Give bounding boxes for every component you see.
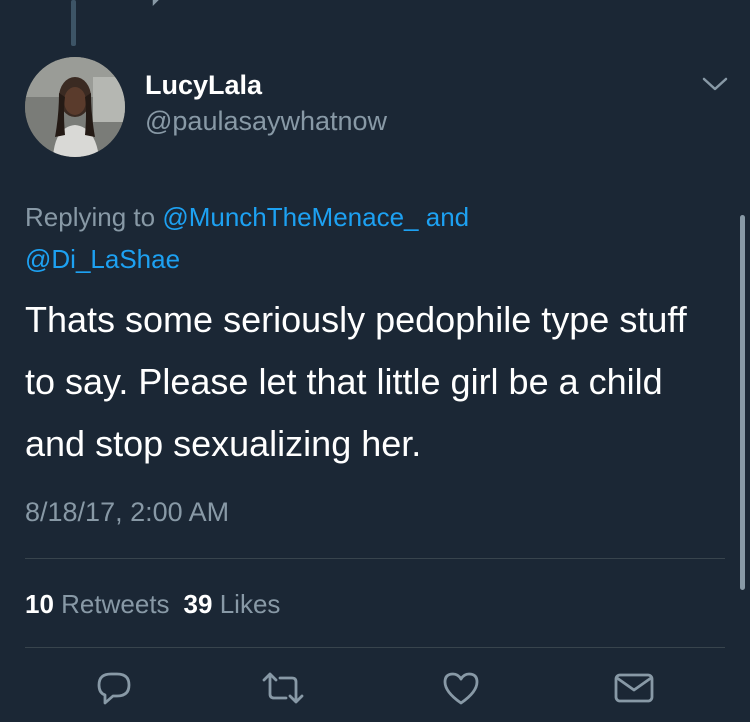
reply-icon[interactable] bbox=[95, 670, 133, 706]
tweet-text: Thats some seriously pedophile type stuf… bbox=[25, 299, 687, 464]
mention-joiner[interactable]: and bbox=[419, 202, 469, 232]
divider bbox=[25, 558, 725, 559]
divider bbox=[25, 647, 725, 648]
retweets-stat[interactable]: 10 Retweets bbox=[25, 589, 170, 619]
mention-link[interactable]: @Di_LaShae bbox=[25, 244, 180, 274]
replying-prefix: Replying to bbox=[25, 202, 156, 232]
retweet-icon[interactable] bbox=[260, 670, 306, 706]
envelope-icon[interactable] bbox=[613, 670, 655, 706]
envelope-icon[interactable] bbox=[608, 0, 636, 10]
chevron-down-icon[interactable] bbox=[702, 76, 728, 92]
author-name[interactable]: LucyLala bbox=[145, 70, 262, 101]
tweet-stats: 10 Retweets 39 Likes bbox=[25, 589, 280, 620]
avatar-photo bbox=[25, 57, 125, 157]
author-handle[interactable]: @paulasaywhatnow bbox=[145, 106, 387, 137]
tweet-timestamp[interactable]: 8/18/17, 2:00 AM bbox=[25, 497, 229, 528]
previous-like-count: 72 bbox=[488, 0, 510, 3]
previous-tweet-actions: 0 0 72 bbox=[0, 0, 750, 10]
mention-link[interactable]: @MunchTheMenace_ bbox=[162, 202, 418, 232]
likes-label: Likes bbox=[219, 589, 281, 619]
heart-icon[interactable] bbox=[441, 670, 481, 706]
retweets-count: 10 bbox=[25, 589, 54, 619]
avatar[interactable] bbox=[25, 57, 125, 157]
previous-reply-count: 0 bbox=[186, 0, 197, 3]
scrollbar[interactable] bbox=[740, 215, 745, 590]
replying-to: Replying to @MunchTheMenace_ and @Di_LaS… bbox=[25, 196, 705, 280]
heart-icon[interactable] bbox=[452, 0, 480, 10]
retweet-icon[interactable] bbox=[300, 0, 332, 10]
previous-retweet-count: 0 bbox=[336, 0, 347, 3]
likes-count: 39 bbox=[183, 589, 213, 619]
retweets-label: Retweets bbox=[61, 589, 170, 619]
reply-icon[interactable] bbox=[148, 0, 174, 10]
likes-stat[interactable]: 39 Likes bbox=[184, 589, 281, 619]
